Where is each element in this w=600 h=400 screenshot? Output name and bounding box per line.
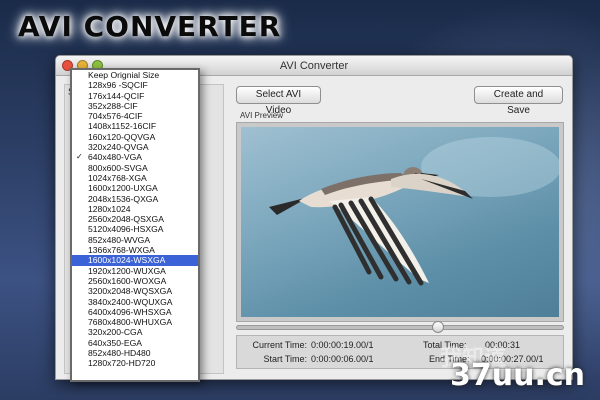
resolution-option[interactable]: 1600x1024-WSXGA <box>72 255 198 266</box>
resolution-options-list: Keep Orignial Size 128x96 -SQCIF 176x144-Q… <box>72 70 198 369</box>
resolution-option-label: 2560x1600-WOXGA <box>88 275 167 286</box>
resolution-option[interactable]: 1280x1024 <box>72 204 198 214</box>
resolution-option-label: 852x480-WVGA <box>88 234 151 245</box>
resolution-option-label: 128x96 -SQCIF <box>88 80 148 91</box>
resolution-option[interactable]: 1024x768-XGA <box>72 173 198 183</box>
resolution-option-label: 1920x1200-WUXGA <box>88 265 166 276</box>
resolution-option-label: 320x200-CGA <box>88 327 143 338</box>
select-avi-video-button[interactable]: Select AVI Video <box>236 86 321 116</box>
resolution-option[interactable]: 852x480-HD480 <box>72 348 198 358</box>
app-banner-title: AVI CONVERTER <box>18 10 282 43</box>
resolution-option-label: 2560x2048-QSXGA <box>88 214 164 225</box>
start-time-value: 0:00:00:06.00/1 <box>311 354 374 364</box>
resolution-option[interactable]: 1600x1200-UXGA <box>72 183 198 193</box>
resolution-option[interactable]: 640x350-EGA <box>72 338 198 348</box>
resolution-option[interactable]: 1408x1152-16CIF <box>72 121 198 131</box>
resolution-option-label: 1600x1200-UXGA <box>88 183 158 194</box>
resolution-option-label: 3840x2400-WQUXGA <box>88 296 173 307</box>
resolution-dropdown-menu[interactable]: Keep Orignial Size 128x96 -SQCIF 176x144-Q… <box>70 68 200 382</box>
current-time-value: 0:00:00:19.00/1 <box>311 340 374 350</box>
resolution-option-label: 640x350-EGA <box>88 337 142 348</box>
resolution-option[interactable]: 6400x4096-WHSXGA <box>72 307 198 317</box>
resolution-option[interactable]: ✓ 640x480-VGA <box>72 152 198 162</box>
resolution-option-label: 176x144-QCIF <box>88 90 145 101</box>
resolution-option[interactable]: 176x144-QCIF <box>72 91 198 101</box>
resolution-option-label: 3200x2048-WQSXGA <box>88 286 173 297</box>
resolution-option-label: 1600x1024-WSXGA <box>88 255 166 266</box>
window-title: AVI Converter <box>279 60 349 72</box>
resolution-option-label: 1280x1024 <box>88 203 131 214</box>
resolution-option-label: 852x480-HD480 <box>88 348 151 359</box>
resolution-option-label: 6400x4096-WHSXGA <box>88 306 172 317</box>
resolution-option[interactable]: 2048x1536-QXGA <box>72 194 198 204</box>
resolution-option[interactable]: 352x288-CIF <box>72 101 198 111</box>
resolution-option-label: 1280x720-HD720 <box>88 358 156 369</box>
resolution-option-label: 704x576-4CIF <box>88 111 143 122</box>
resolution-option-label: 320x240-QVGA <box>88 142 149 153</box>
current-time-label: Current Time: <box>252 340 307 350</box>
resolution-option-label: 2048x1536-QXGA <box>88 193 159 204</box>
resolution-option[interactable]: 5120x4096-HSXGA <box>72 224 198 234</box>
resolution-option[interactable]: 3840x2400-WQUXGA <box>72 297 198 307</box>
resolution-option-label: 160x120-QQVGA <box>88 131 156 142</box>
resolution-option[interactable]: 852x480-WVGA <box>72 235 198 245</box>
resolution-option-label: 7680x4800-WHUXGA <box>88 317 173 328</box>
resolution-option[interactable]: Keep Orignial Size <box>72 70 198 80</box>
resolution-option-label: 640x480-VGA <box>88 152 142 163</box>
start-time-label: Start Time: <box>263 354 307 364</box>
resolution-option-label: 1366x768-WXGA <box>88 245 155 256</box>
resolution-option[interactable]: 2560x1600-WOXGA <box>72 276 198 286</box>
resolution-option[interactable]: 1366x768-WXGA <box>72 245 198 255</box>
resolution-option[interactable]: 128x96 -SQCIF <box>72 80 198 90</box>
resolution-option[interactable]: 3200x2048-WQSXGA <box>72 286 198 296</box>
resolution-option-label: 1024x768-XGA <box>88 172 147 183</box>
video-preview-image <box>241 127 559 317</box>
timeline-slider-thumb[interactable] <box>431 321 444 333</box>
video-preview-frame <box>236 122 564 322</box>
resolution-option[interactable]: 320x240-QVGA <box>72 142 198 152</box>
checkmark-icon: ✓ <box>76 152 83 162</box>
resolution-option[interactable]: 160x120-QQVGA <box>72 132 198 142</box>
timeline-slider[interactable] <box>236 321 564 333</box>
resolution-option-label: 352x288-CIF <box>88 100 138 111</box>
resolution-option[interactable]: 1280x720-HD720 <box>72 358 198 368</box>
bird-in-flight-image <box>269 137 559 286</box>
resolution-option[interactable]: 320x200-CGA <box>72 327 198 337</box>
resolution-option[interactable]: 7680x4800-WHUXGA <box>72 317 198 327</box>
resolution-option-label: 1408x1152-16CIF <box>88 121 157 132</box>
preview-label: AVI Preview <box>240 111 283 120</box>
create-and-save-button[interactable]: Create and Save <box>474 86 563 116</box>
resolution-option[interactable]: 800x600-SVGA <box>72 163 198 173</box>
resolution-option[interactable]: 704x576-4CIF <box>72 111 198 121</box>
resolution-option[interactable]: 1920x1200-WUXGA <box>72 266 198 276</box>
resolution-option-label: 800x600-SVGA <box>88 162 148 173</box>
resolution-option[interactable]: 2560x2048-QSXGA <box>72 214 198 224</box>
resolution-option-label: Keep Orignial Size <box>88 70 160 80</box>
site-watermark: 37uu.cn <box>450 358 585 393</box>
resolution-option-label: 5120x4096-HSXGA <box>88 224 164 235</box>
